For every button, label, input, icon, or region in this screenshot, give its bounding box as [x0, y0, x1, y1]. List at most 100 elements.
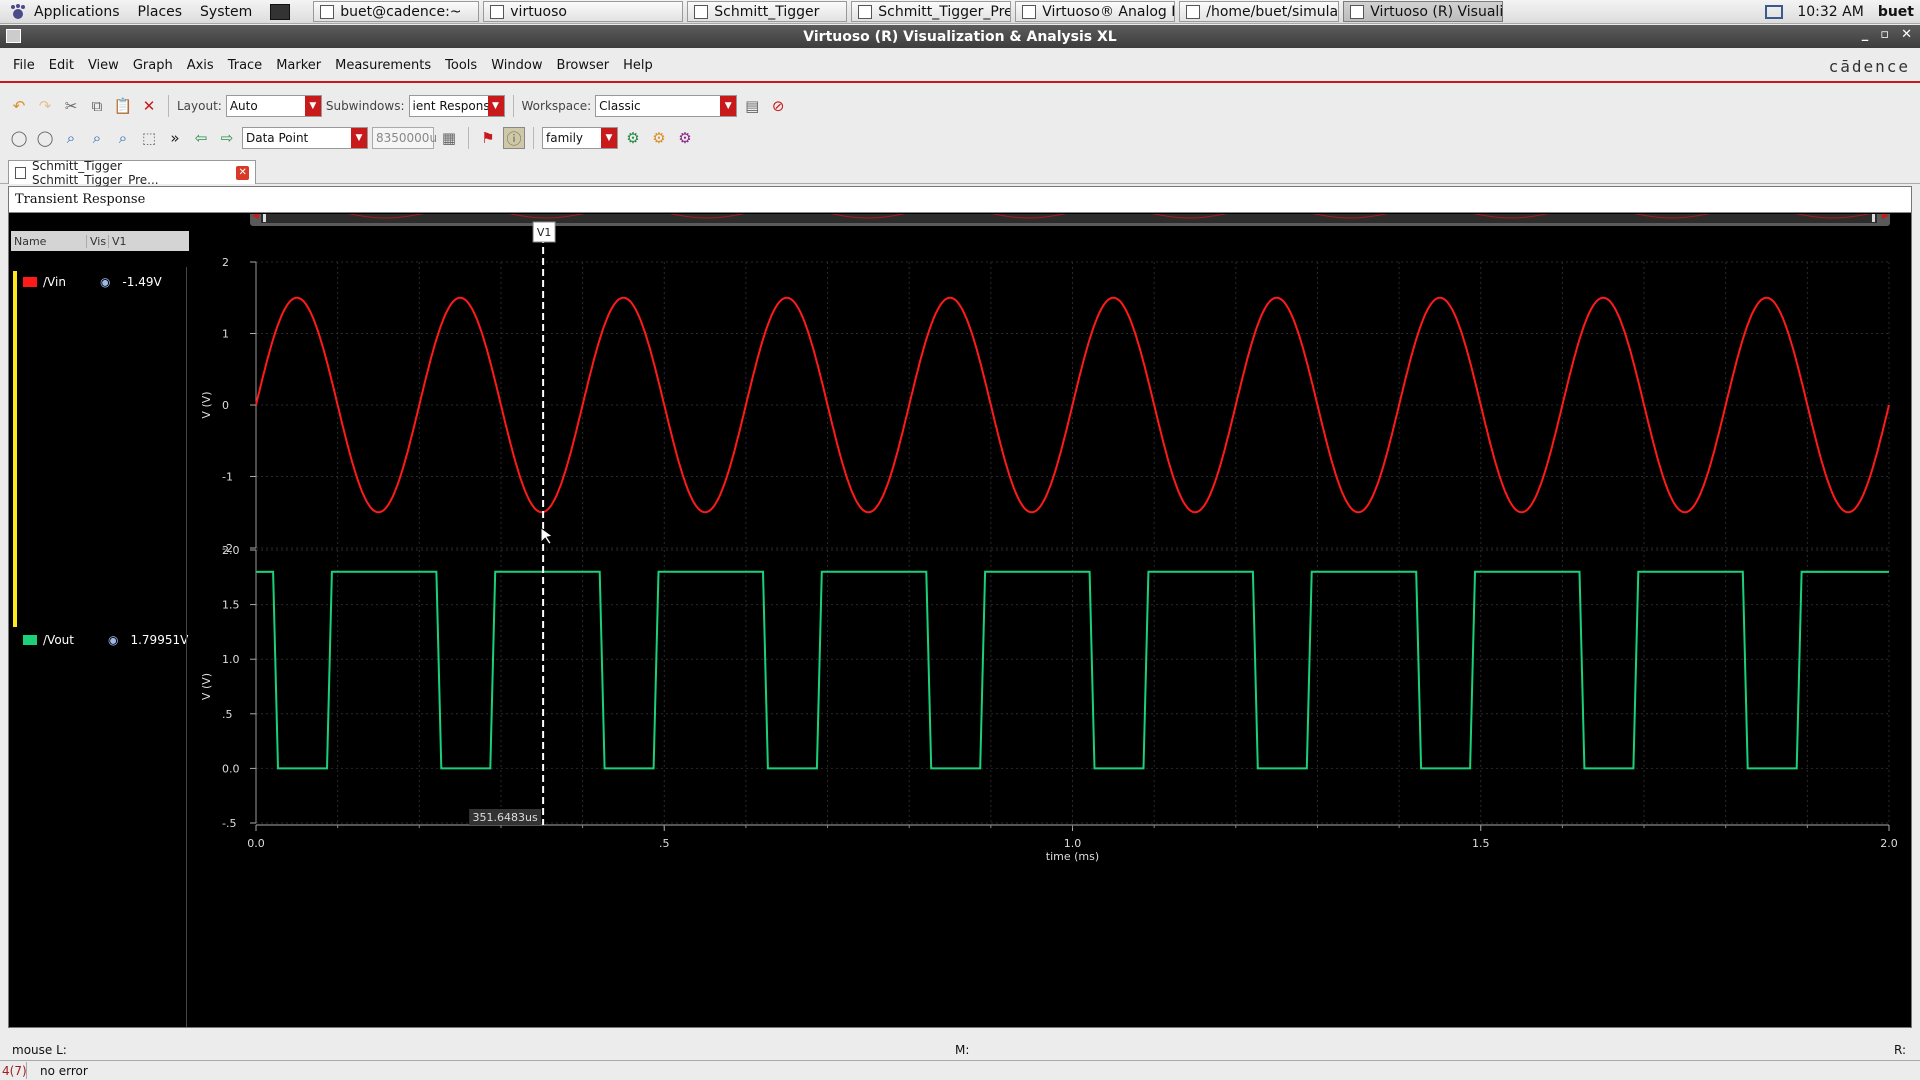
- places-menu[interactable]: Places: [129, 0, 192, 24]
- menu-axis[interactable]: Axis: [180, 58, 221, 73]
- marker-readout: 351.6483us: [473, 811, 538, 824]
- window-icon: [1186, 4, 1201, 19]
- plot-canvas[interactable]: ◀ ▶ 210-1-2V (V) 2.01.51.0.50.0-.5V (V) …: [9, 214, 1911, 1028]
- window-list: buet@cadence:~ virtuoso Schmitt_Tigger Schm…: [309, 1, 1504, 22]
- family-select[interactable]: family ▼: [542, 127, 618, 149]
- y-tick-label: -.5: [222, 817, 236, 830]
- snap-mode-select[interactable]: Data Point ▼: [242, 127, 368, 149]
- taskbar-button-label: Schmitt_Tigger_Pre_la...: [878, 3, 1012, 20]
- marker-prev-icon[interactable]: ⇦: [190, 127, 212, 149]
- terminal-launcher[interactable]: [261, 0, 299, 24]
- x-value-input[interactable]: 8350000u: [372, 127, 437, 149]
- overview-right-handle[interactable]: [1872, 214, 1875, 222]
- maximize-icon[interactable]: ▫: [1880, 27, 1889, 42]
- marker-next-icon[interactable]: ⇨: [216, 127, 238, 149]
- layout-select-value: Auto: [229, 99, 258, 113]
- menu-file[interactable]: File: [6, 58, 42, 73]
- window-titlebar[interactable]: Virtuoso (R) Visualization & Analysis XL…: [0, 25, 1920, 48]
- graph-toolbar: ◯ ◯ ⌕ ⌕ ⌕ ⬚ » ⇦ ⇨ Data Point ▼ 8350000u …: [0, 123, 1920, 153]
- applications-menu-label: Applications: [34, 3, 120, 20]
- taskbar-button[interactable]: buet@cadence:~: [313, 1, 480, 22]
- select-icon[interactable]: ◯: [34, 127, 56, 149]
- clock[interactable]: 10:32 AM: [1797, 4, 1863, 20]
- window-icon: [1022, 4, 1037, 19]
- minimize-icon[interactable]: _: [1862, 27, 1869, 42]
- pan-icon[interactable]: ◯: [8, 127, 30, 149]
- menu-browser[interactable]: Browser: [549, 58, 616, 73]
- scroll-left-arrow[interactable]: ◀: [252, 214, 259, 221]
- tab-schmitt-tigger[interactable]: Schmitt_Tigger Schmitt_Tigger_Pre... ✕: [8, 158, 256, 187]
- menu-edit[interactable]: Edit: [42, 58, 81, 73]
- workspace-delete-icon[interactable]: ⊘: [767, 95, 789, 117]
- close-icon[interactable]: ✕: [1901, 27, 1912, 42]
- table-icon[interactable]: ▦: [438, 127, 460, 149]
- window-app-icon[interactable]: [6, 29, 21, 43]
- taskbar-button[interactable]: Schmitt_Tigger_Pre_la...: [851, 1, 1012, 22]
- scroll-right-arrow[interactable]: ▶: [1882, 214, 1889, 221]
- status-separator: [26, 1062, 27, 1079]
- taskbar-button-label: buet@cadence:~: [340, 3, 462, 20]
- menu-tools[interactable]: Tools: [438, 58, 484, 73]
- panel-tray: 10:32 AM buet: [1765, 0, 1920, 24]
- mouse-middle-status: M:: [955, 1043, 970, 1057]
- y-tick-label: 2: [222, 256, 229, 269]
- x-axis-label: time (ms): [1046, 850, 1099, 863]
- toolbar-overflow[interactable]: »: [164, 127, 186, 149]
- redo-icon[interactable]: ↷: [34, 95, 56, 117]
- command-counter: 4(7): [2, 1063, 27, 1078]
- taskbar-button[interactable]: virtuoso: [483, 1, 684, 22]
- tab-label: Schmitt_Tigger Schmitt_Tigger_Pre...: [32, 158, 159, 187]
- info-icon[interactable]: ⓘ: [503, 127, 525, 149]
- workspace-label: Workspace:: [521, 99, 592, 113]
- family-spread-icon[interactable]: ⚙: [648, 127, 670, 149]
- menu-marker[interactable]: Marker: [269, 58, 328, 73]
- vin-trace[interactable]: [255, 296, 1890, 514]
- family-plot-icon[interactable]: ⚙: [622, 127, 644, 149]
- family-stack-icon[interactable]: ⚙: [674, 127, 696, 149]
- snap-mode-value: Data Point: [246, 131, 309, 145]
- copy-icon[interactable]: ⧉: [86, 95, 108, 117]
- vertical-marker-v1[interactable]: V1 351.6483us: [469, 221, 556, 825]
- zoom-out-icon[interactable]: ⌕: [112, 127, 134, 149]
- taskbar-button-label: Virtuoso® Analog Des...: [1042, 3, 1174, 20]
- mouse-left-status: mouse L:: [12, 1043, 67, 1057]
- terminal-icon: [270, 3, 291, 20]
- menu-graph[interactable]: Graph: [126, 58, 180, 73]
- subwindows-select[interactable]: ient Response ▼: [408, 95, 505, 117]
- taskbar-button[interactable]: Schmitt_Tigger: [687, 1, 848, 22]
- zoom-box-icon[interactable]: ⬚: [138, 127, 160, 149]
- menu-trace[interactable]: Trace: [221, 58, 270, 73]
- flag-icon[interactable]: ⚑: [477, 127, 499, 149]
- plot-window: Transient Response Name Vis V1 /Vin ◉ -1…: [8, 186, 1912, 1028]
- zoom-in-icon[interactable]: ⌕: [86, 127, 108, 149]
- x-scroll-overview[interactable]: ◀ ▶: [250, 214, 1890, 226]
- menu-window[interactable]: Window: [484, 58, 549, 73]
- edit-toolbar: ↶ ↷ ✂ ⧉ 📋 ✕ Layout: Auto ▼ Subwindows: i…: [0, 91, 1920, 121]
- overview-left-handle[interactable]: [263, 214, 266, 222]
- applications-menu[interactable]: Applications: [0, 0, 129, 24]
- y-axis-label: V (V): [200, 673, 213, 700]
- undo-icon[interactable]: ↶: [8, 95, 30, 117]
- window-icon: [320, 4, 335, 19]
- taskbar-button[interactable]: Virtuoso® Analog Des...: [1015, 1, 1176, 22]
- close-tab-icon[interactable]: ✕: [236, 165, 249, 180]
- zoom-fit-icon[interactable]: ⌕: [60, 127, 82, 149]
- paste-icon[interactable]: 📋: [112, 95, 134, 117]
- menu-measurements[interactable]: Measurements: [328, 58, 438, 73]
- y-tick-label: 0: [222, 399, 229, 412]
- taskbar-button[interactable]: /home/buet/simulation...: [1179, 1, 1340, 22]
- overview-window[interactable]: [261, 214, 1877, 223]
- layout-select[interactable]: Auto ▼: [225, 95, 322, 117]
- menu-view[interactable]: View: [81, 58, 126, 73]
- virtuoso-viva-screen: Applications Places System buet@cadence:…: [0, 0, 1920, 1080]
- taskbar-button[interactable]: Virtuoso (R) Visualizati...: [1343, 1, 1504, 22]
- cut-icon[interactable]: ✂: [60, 95, 82, 117]
- x-tick-label: .5: [659, 837, 670, 850]
- menu-help[interactable]: Help: [616, 58, 660, 73]
- system-menu[interactable]: System: [191, 0, 261, 24]
- workspace-select[interactable]: Classic ▼: [595, 95, 738, 117]
- user-name[interactable]: buet: [1878, 4, 1914, 20]
- network-icon[interactable]: [1765, 5, 1784, 19]
- delete-icon[interactable]: ✕: [138, 95, 160, 117]
- workspace-save-icon[interactable]: ▤: [741, 95, 763, 117]
